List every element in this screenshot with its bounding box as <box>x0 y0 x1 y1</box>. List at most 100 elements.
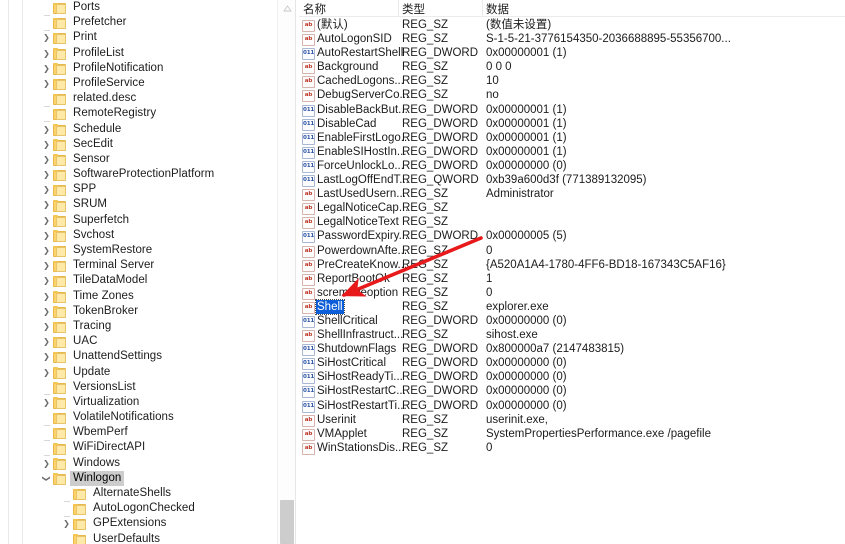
value-row[interactable]: ab ReportBootOk REG_SZ 1 <box>299 272 845 286</box>
chevron-right-icon[interactable]: ❯ <box>40 334 53 349</box>
tree-item-unattendsettings[interactable]: ❯ UnattendSettings <box>0 349 277 364</box>
chevron-right-icon[interactable]: ❯ <box>40 304 53 319</box>
value-row[interactable]: 011 ForceUnlockLo... REG_DWORD 0x00000000 (… <box>299 159 845 173</box>
tree-item-versionslist[interactable]: VersionsList <box>0 380 277 396</box>
tree-item-sensor[interactable]: ❯ Sensor <box>0 152 277 167</box>
scroll-up-arrow-icon[interactable] <box>278 0 295 17</box>
value-row[interactable]: 011 DisableBackBut... REG_DWORD 0x00000001 … <box>299 103 845 117</box>
tree-item-profilelist[interactable]: ❯ ProfileList <box>0 46 277 61</box>
value-row[interactable]: 011 SiHostReadyTi... REG_DWORD 0x00000000 (… <box>299 370 845 385</box>
value-row[interactable]: ab Background REG_SZ 0 0 0 <box>299 60 845 75</box>
chevron-right-icon[interactable]: ❯ <box>40 456 53 471</box>
tree-item-svchost[interactable]: ❯ Svchost <box>0 228 277 243</box>
tree-item-schedule[interactable]: ❯ Schedule <box>0 122 277 137</box>
tree-item-tokenbroker[interactable]: ❯ TokenBroker <box>0 304 277 319</box>
tree-item-softwareprotectionplatform[interactable]: ❯ SoftwareProtectionPlatform <box>0 167 277 182</box>
chevron-right-icon[interactable]: ❯ <box>40 122 53 137</box>
chevron-right-icon[interactable]: ❯ <box>40 349 53 364</box>
value-row[interactable]: 011 AutoRestartShell REG_DWORD 0x00000001 (… <box>299 46 845 61</box>
tree-item-update[interactable]: ❯ Update <box>0 365 277 380</box>
column-header-type[interactable]: 类型 <box>402 1 425 17</box>
chevron-right-icon[interactable]: ❯ <box>40 137 53 152</box>
value-row[interactable]: ab (默认) REG_SZ (数值未设置) <box>299 18 845 32</box>
value-row[interactable]: 011 SiHostRestartTi... REG_DWORD 0x00000000… <box>299 399 845 413</box>
value-row[interactable]: 011 SiHostRestartC... REG_DWORD 0x00000000 … <box>299 384 845 399</box>
tree-item-winlogon[interactable]: ❯ Winlogon <box>0 470 277 487</box>
registry-key-tree[interactable]: Ports Prefetcher ❯ Print ❯ ProfileList ❯ Profil… <box>0 0 277 544</box>
value-row[interactable]: 011 DisableCad REG_DWORD 0x00000001 (1) <box>299 117 845 131</box>
tree-item-profilenotification[interactable]: ❯ ProfileNotification <box>0 61 277 76</box>
tree-item-print[interactable]: ❯ Print <box>0 30 277 45</box>
chevron-right-icon[interactable]: ❯ <box>40 319 53 334</box>
chevron-right-icon[interactable]: ❯ <box>40 30 53 45</box>
chevron-down-icon[interactable]: ❯ <box>39 472 54 485</box>
value-row[interactable]: ab PowerdownAfte... REG_SZ 0 <box>299 244 845 258</box>
chevron-right-icon[interactable]: ❯ <box>40 46 53 61</box>
value-row[interactable]: ab VMApplet REG_SZ SystemPropertiesPerforma… <box>299 427 845 441</box>
value-row[interactable]: ab Shell REG_SZ explorer.exe <box>299 298 845 315</box>
chevron-right-icon[interactable]: ❯ <box>40 258 53 273</box>
tree-item-userdefaults[interactable]: UserDefaults <box>0 532 277 544</box>
column-header-data[interactable]: 数据 <box>486 1 509 17</box>
chevron-right-icon[interactable]: ❯ <box>40 228 53 243</box>
tree-item-prefetcher[interactable]: Prefetcher <box>0 15 277 31</box>
tree-item-related-desc[interactable]: related.desc <box>0 91 277 107</box>
value-row[interactable]: ab LastUsedUsern... REG_SZ Administrator <box>299 187 845 202</box>
value-row[interactable]: ab PreCreateKnow... REG_SZ {A520A1A4-1780-4… <box>299 258 845 272</box>
chevron-right-icon[interactable]: ❯ <box>40 197 53 212</box>
value-row[interactable]: 011 PasswordExpiry... REG_DWORD 0x00000005 … <box>299 229 845 244</box>
chevron-right-icon[interactable]: ❯ <box>40 167 53 182</box>
chevron-right-icon[interactable]: ❯ <box>40 61 53 76</box>
value-row[interactable]: ab CachedLogons... REG_SZ 10 <box>299 74 845 89</box>
value-row[interactable]: ab WinStationsDis... REG_SZ 0 <box>299 441 845 455</box>
chevron-right-icon[interactable]: ❯ <box>40 273 53 288</box>
chevron-right-icon[interactable]: ❯ <box>40 243 53 258</box>
chevron-right-icon[interactable]: ❯ <box>40 213 53 228</box>
tree-item-superfetch[interactable]: ❯ Superfetch <box>0 213 277 228</box>
tree-item-uac[interactable]: ❯ UAC <box>0 334 277 349</box>
column-separator[interactable] <box>398 0 399 16</box>
tree-item-ports[interactable]: Ports <box>0 0 277 16</box>
value-row[interactable]: 011 SiHostCritical REG_DWORD 0x00000000 (0) <box>299 356 845 371</box>
chevron-right-icon[interactable]: ❯ <box>40 395 53 410</box>
chevron-right-icon[interactable]: ❯ <box>40 365 53 380</box>
value-row[interactable]: 011 EnableSIHostIn... REG_DWORD 0x00000001 … <box>299 145 845 159</box>
tree-item-virtualization[interactable]: ❯ Virtualization <box>0 395 277 410</box>
tree-item-secedit[interactable]: ❯ SecEdit <box>0 137 277 152</box>
value-row[interactable]: 011 ShutdownFlags REG_DWORD 0x800000a7 (214… <box>299 342 845 357</box>
tree-item-tiledatamodel[interactable]: ❯ TileDataModel <box>0 273 277 288</box>
value-row[interactable]: ab Userinit REG_SZ userinit.exe, <box>299 413 845 427</box>
chevron-right-icon[interactable]: ❯ <box>40 76 53 91</box>
value-row[interactable]: ab DebugServerCo... REG_SZ no <box>299 88 845 103</box>
tree-item-wifidirectapi[interactable]: WiFiDirectAPI <box>0 440 277 457</box>
chevron-right-icon[interactable]: ❯ <box>40 182 53 197</box>
value-row[interactable]: ab LegalNoticeText REG_SZ <box>299 215 845 230</box>
tree-item-spp[interactable]: ❯ SPP <box>0 182 277 197</box>
tree-item-systemrestore[interactable]: ❯ SystemRestore <box>0 243 277 258</box>
chevron-right-icon[interactable]: ❯ <box>60 516 73 531</box>
value-row[interactable]: 011 ShellCritical REG_DWORD 0x00000000 (0) <box>299 314 845 328</box>
tree-item-autologonchecked[interactable]: AutoLogonChecked <box>0 501 277 517</box>
tree-item-profileservice[interactable]: ❯ ProfileService <box>0 76 277 91</box>
value-row[interactable]: ab ShellInfrastruct... REG_SZ sihost.exe <box>299 328 845 343</box>
tree-vertical-scrollbar[interactable] <box>277 0 295 544</box>
value-row[interactable]: 011 LastLogOffEndT... REG_QWORD 0xb39a600d3… <box>299 173 845 188</box>
chevron-right-icon[interactable]: ❯ <box>40 152 53 167</box>
value-row[interactable]: ab AutoLogonSID REG_SZ S-1-5-21-3776154350-… <box>299 32 845 47</box>
tree-item-srum[interactable]: ❯ SRUM <box>0 197 277 212</box>
tree-item-wbemperf[interactable]: WbemPerf <box>0 425 277 441</box>
column-header-name[interactable]: 名称 <box>303 1 326 17</box>
tree-scrollbar-thumb[interactable] <box>280 500 294 544</box>
value-row[interactable]: ab scremoveoption REG_SZ 0 <box>299 286 845 300</box>
value-row[interactable]: ab LegalNoticeCap... REG_SZ <box>299 201 845 216</box>
tree-item-volatilenotifications[interactable]: VolatileNotifications <box>0 410 277 426</box>
tree-item-time-zones[interactable]: ❯ Time Zones <box>0 289 277 304</box>
chevron-right-icon[interactable]: ❯ <box>40 289 53 304</box>
tree-item-windows[interactable]: ❯ Windows <box>0 456 277 471</box>
tree-item-gpextensions[interactable]: ❯ GPExtensions <box>0 516 277 531</box>
tree-item-remoteregistry[interactable]: RemoteRegistry <box>0 106 277 122</box>
column-separator[interactable] <box>482 0 483 16</box>
registry-values-list[interactable]: ab (默认) REG_SZ (数值未设置) ab AutoLogonSID REG_SZ S… <box>299 17 845 455</box>
tree-item-tracing[interactable]: ❯ Tracing <box>0 319 277 334</box>
tree-item-alternateshells[interactable]: AlternateShells <box>0 486 277 502</box>
